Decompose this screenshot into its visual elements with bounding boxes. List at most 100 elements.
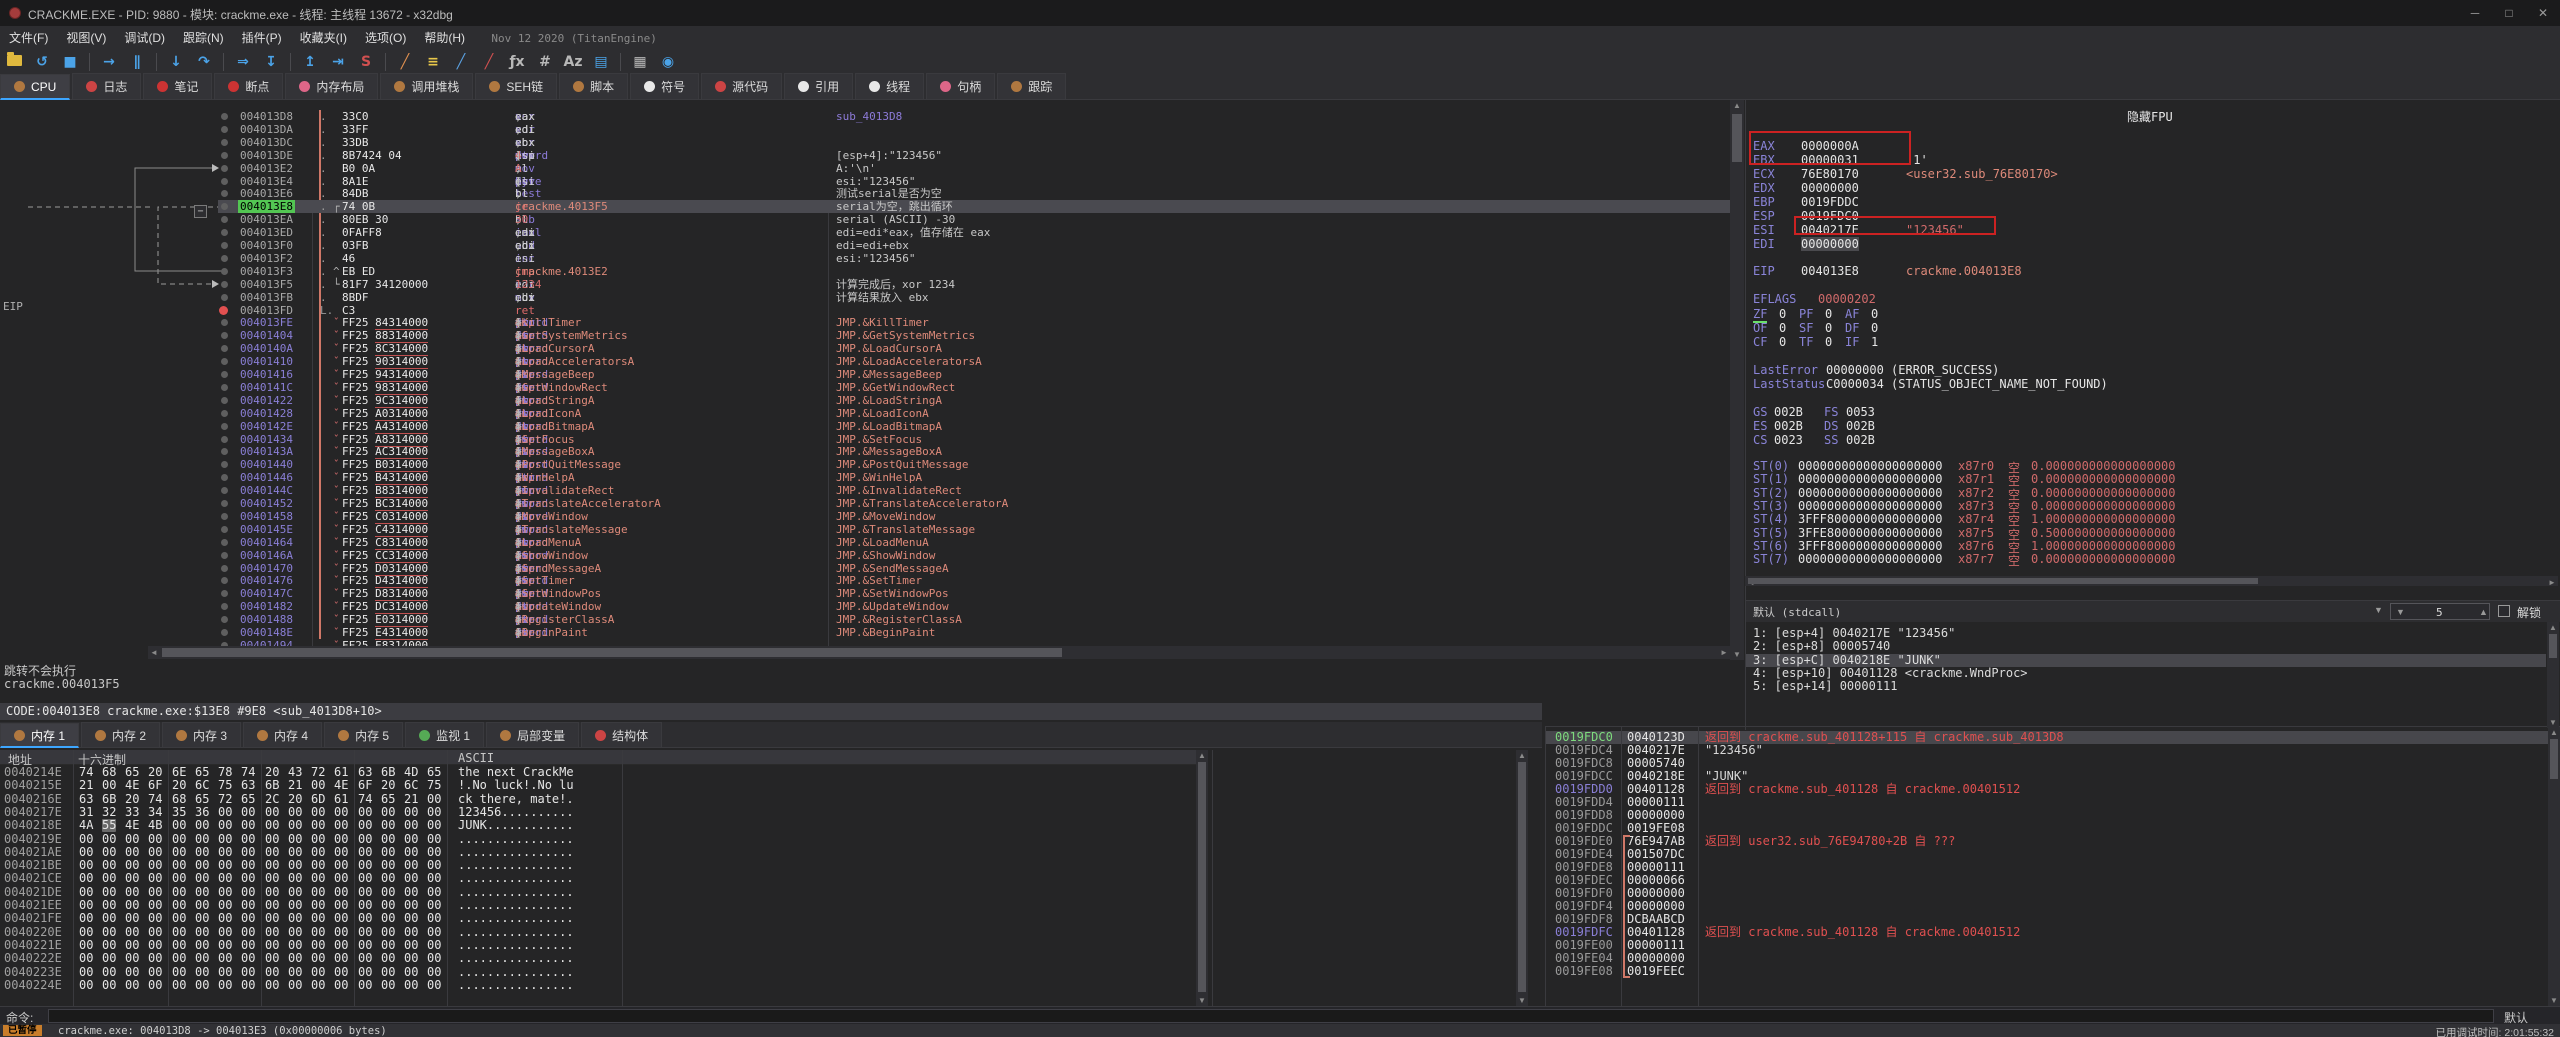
scroll-thumb[interactable] — [2549, 634, 2557, 658]
step-over-icon[interactable]: ↷ — [191, 51, 217, 73]
row-dot[interactable] — [221, 125, 228, 133]
source-icon[interactable]: S — [353, 51, 379, 73]
bottom-tab-监视 1[interactable]: 监视 1 — [405, 722, 485, 747]
register-value-EIP[interactable]: 004013E8 — [1801, 264, 1859, 278]
skip-next-icon[interactable]: ↧ — [258, 51, 284, 73]
disasm-row[interactable]: 004013DC. 33DB xor ebx, ebx — [0, 136, 1730, 149]
dump-row[interactable]: 004021DE 00 00 00 00 00 00 00 00 00 00 00 00 00 00 00 00… — [0, 885, 1196, 899]
dump-row[interactable]: 004021BE 00 00 00 00 00 00 00 00 00 00 00 00 00 00 00 00… — [0, 859, 1196, 872]
dump-row[interactable]: 0040221E 00 00 00 00 00 00 00 00 00 00 00 00 00 00 00 00… — [0, 938, 1196, 952]
scroll-down-icon[interactable]: ▼ — [1196, 996, 1208, 1005]
flag-DF[interactable]: DF — [1845, 321, 1859, 335]
disasm-row[interactable]: 004013E8. ┌ 74 0B je crackme.4013F5 serial为空… — [0, 200, 1730, 214]
eflags-value[interactable]: 00000202 — [1818, 292, 1876, 306]
dump-row[interactable]: 0040217E 31 32 33 34 35 36 00 00 00 00 00 00 00 00 00 00… — [0, 805, 1196, 819]
scroll-right-icon[interactable]: ► — [1720, 648, 1728, 657]
registers-hscrollbar[interactable]: ◄► — [1745, 576, 2558, 587]
scroll-thumb[interactable] — [2550, 739, 2558, 779]
open-file-icon[interactable] — [1, 49, 27, 71]
disasm-row[interactable]: 00401428 ˇ FF25 A0314000 jmp dword ptr ds:[… — [0, 407, 1730, 421]
scroll-down-icon[interactable]: ▼ — [2548, 996, 2560, 1005]
row-dot[interactable] — [221, 487, 228, 495]
row-dot[interactable] — [221, 190, 228, 198]
menu-item-选项O[interactable]: 选项(O) — [356, 26, 415, 49]
dump-row[interactable]: 0040216E 63 6B 20 74 68 65 72 65 2C 20 6D 61 74 65 21 00… — [0, 792, 1196, 806]
tab-跟踪[interactable]: 跟踪 — [997, 73, 1067, 99]
patch-icon[interactable]: ╱ — [392, 51, 418, 73]
tab-调用堆栈[interactable]: 调用堆栈 — [380, 73, 474, 99]
disasm-row[interactable]: 004013ED. 0FAFF8 imul edi, eax edi=edi*eax，值… — [0, 226, 1730, 239]
argument-row[interactable]: 2: [esp+8] 00005740 — [1746, 640, 2546, 653]
disasm-row[interactable]: 004013E6. 84DB test bl, bl 测试serial是否为空 — [0, 187, 1730, 200]
bottom-tab-内存 4[interactable]: 内存 4 — [243, 722, 323, 747]
scroll-thumb[interactable] — [1198, 762, 1206, 992]
registers-pane[interactable]: 隐藏FPU EAX 0000000A EBX 00000031'1' ECX 76E801… — [1745, 100, 2560, 600]
disasm-hscrollbar[interactable]: ◄ ► — [148, 646, 1730, 659]
menu-item-插件P[interactable]: 插件(P) — [233, 26, 291, 49]
disasm-row[interactable]: 0040142E ˇ FF25 A4314000 jmp dword ptr ds:[… — [0, 420, 1730, 434]
disassembly-pane[interactable]: EIP − 004013D8. 33C0 xor eax, eax sub_4013D8… — [0, 100, 1730, 646]
string-icon[interactable]: Az — [560, 51, 586, 73]
tab-日志[interactable]: 日志 — [72, 73, 142, 99]
disasm-row[interactable]: 0040146A ˇ FF25 CC314000 jmp dword ptr ds:[… — [0, 549, 1730, 563]
disasm-row[interactable]: 004013E4. 8A1E mov bl, byte ptr ds:[esi] esi… — [0, 175, 1730, 188]
row-dot[interactable] — [221, 383, 228, 391]
command-input[interactable] — [48, 1009, 2494, 1023]
disasm-row[interactable]: 004013E2. B0 0A mov al, A A:'\n' — [0, 162, 1730, 175]
scroll-right-icon[interactable]: ► — [2548, 578, 2556, 587]
calculator-icon[interactable]: ▦ — [627, 51, 653, 73]
dump-row[interactable]: 004021EE 00 00 00 00 00 00 00 00 00 00 00 00 00 00 00 00… — [0, 899, 1196, 912]
tab-源代码[interactable]: 源代码 — [701, 73, 783, 99]
tab-断点[interactable]: 断点 — [214, 73, 284, 99]
disasm-row[interactable]: 004013D8. 33C0 xor eax, eax sub_4013D8 — [0, 110, 1730, 123]
row-dot[interactable] — [221, 254, 228, 262]
step-out-icon[interactable]: ↥ — [297, 51, 323, 73]
row-dot[interactable] — [221, 177, 228, 185]
flag-value-TF[interactable]: 0 — [1825, 335, 1832, 349]
disasm-row[interactable]: 00401488 ˇ FF25 E0314000 jmp dword ptr ds:[… — [0, 613, 1730, 628]
run-to-user-code-icon[interactable]: ⇥ — [325, 51, 351, 73]
scroll-up-icon[interactable]: ▲ — [1730, 101, 1744, 110]
flag-OF[interactable]: OF — [1753, 321, 1767, 335]
dump-row[interactable]: 004021CE 00 00 00 00 00 00 00 00 00 00 00 00 00 00 00 00… — [0, 872, 1196, 885]
execute-till-return-icon[interactable]: ⇒ — [230, 51, 256, 73]
disasm-row[interactable]: 00401464 ˇ FF25 C8314000 jmp dword ptr ds:[… — [0, 536, 1730, 550]
breakpoint-dot[interactable] — [219, 305, 228, 315]
disasm-vscrollbar[interactable]: ▲ ▼ — [1730, 100, 1744, 660]
row-dot[interactable] — [221, 280, 228, 288]
menu-item-跟踪N[interactable]: 跟踪(N) — [174, 26, 233, 49]
disasm-row[interactable]: 00401476 ˇ FF25 D4314000 jmp dword ptr ds:[… — [0, 574, 1730, 589]
disasm-row[interactable]: 00401440 ˇ FF25 B0314000 jmp dword ptr ds:[… — [0, 458, 1730, 473]
disasm-row[interactable]: 00401416 ˇ FF25 94314000 jmp dword ptr ds:[… — [0, 368, 1730, 382]
memory-map-icon[interactable]: ▤ — [588, 51, 614, 73]
bottom-tab-内存 1[interactable]: 内存 1 — [0, 723, 80, 748]
disasm-row[interactable]: 004013F3. ^ EB ED jmp crackme.4013E2 — [0, 265, 1730, 278]
argument-row[interactable]: 1: [esp+4] 0040217E "123456" — [1746, 627, 2546, 640]
pause-icon[interactable]: ∥ — [124, 51, 150, 73]
flag-value-AF[interactable]: 0 — [1871, 307, 1878, 321]
flag-value-PF[interactable]: 0 — [1825, 307, 1832, 321]
dump-row[interactable]: 0040224E 00 00 00 00 00 00 00 00 00 00 00 00 00 00 00 00… — [0, 978, 1196, 992]
disasm-row[interactable]: 0040143A ˇ FF25 AC314000 jmp dword ptr ds:[… — [0, 445, 1730, 460]
menu-item-文件F[interactable]: 文件(F) — [0, 26, 57, 49]
tab-内存布局[interactable]: 内存布局 — [285, 73, 379, 99]
argument-row[interactable]: 4: [esp+10] 00401128 <crackme.WndProc> — [1746, 666, 2546, 680]
row-dot[interactable] — [221, 500, 228, 507]
row-dot[interactable] — [221, 229, 228, 237]
disasm-row[interactable]: 004013DE. 8B7424 04 mov esi, dword ptr ss:[… — [0, 149, 1730, 162]
function-analysis-icon[interactable]: ƒx — [504, 51, 530, 73]
flag-value-IF[interactable]: 1 — [1871, 335, 1878, 349]
flag-CF[interactable]: CF — [1753, 335, 1767, 349]
disasm-row[interactable]: 00401446 ˇ FF25 B4314000 jmp dword ptr ds:[… — [0, 471, 1730, 486]
row-dot[interactable] — [221, 590, 228, 598]
dump-row[interactable]: 0040219E 00 00 00 00 00 00 00 00 00 00 00 00 00 00 00 00… — [0, 832, 1196, 846]
flag-AF[interactable]: AF — [1845, 307, 1859, 321]
disasm-row[interactable]: 0040147C ˇ FF25 D8314000 jmp dword ptr ds:[… — [0, 587, 1730, 602]
row-dot[interactable] — [221, 603, 228, 611]
disasm-row[interactable]: 00401404 ˇ FF25 88314000 jmp dword ptr ds:[… — [0, 329, 1730, 344]
disasm-row[interactable]: 00401452 ˇ FF25 BC314000 jmp dword ptr ds:[… — [0, 497, 1730, 511]
disasm-row[interactable]: 0040140A ˇ FF25 8C314000 jmp dword ptr ds:[… — [0, 342, 1730, 357]
disasm-row[interactable]: 004013EA. 80EB 30 sub bl, 30 serial (ASCII) … — [0, 213, 1730, 226]
row-dot[interactable] — [221, 332, 228, 340]
scroll-thumb[interactable] — [1732, 114, 1742, 162]
